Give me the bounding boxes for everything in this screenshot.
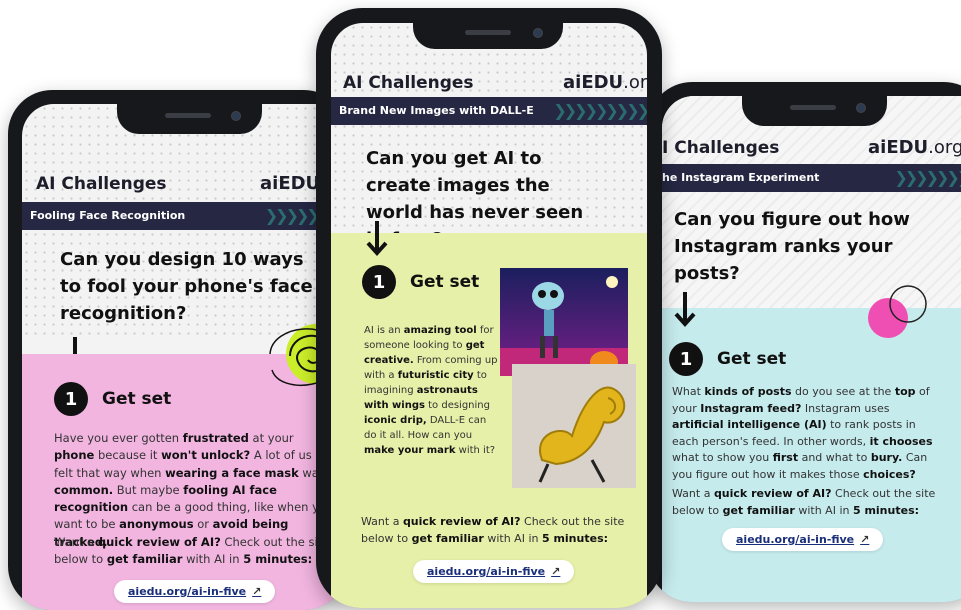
phone-right: I Challenges aiEDU.org he Instagram Expe… [648,82,961,602]
challenge-banner: he Instagram Experiment ❯❯❯❯❯❯❯❯❯ [662,164,961,192]
step-number: 1 [669,342,703,376]
intro-paragraph: AI is an amazing tool for someone lookin… [364,325,498,456]
chevrons-icon: ❯❯❯❯❯❯❯❯❯ [894,168,961,187]
phone-center: AI Challenges aiEDU.org Brand New Images… [316,8,662,608]
app-title: I Challenges [662,138,780,158]
challenge-banner: Brand New Images with DALL-E ❯❯❯❯❯❯❯❯❯ [331,97,647,125]
chevrons-icon: ❯❯❯❯❯❯❯❯❯ [553,101,647,120]
app-title: AI Challenges [343,73,474,93]
phone-left: AI Challenges aiEDU Fooling Face Recogni… [8,90,348,610]
external-link-icon: ↗ [252,585,262,598]
review-paragraph: Want a quick review of AI? Check out the… [361,515,625,545]
app-title: AI Challenges [36,174,167,194]
pink-dot-icon [868,285,927,338]
step-label: Get set [717,349,787,369]
notch [742,96,887,126]
challenge-banner: Fooling Face Recognition ❯❯❯❯❯❯❯❯ [22,202,348,230]
dalle-chair-image [512,364,636,488]
logo: aiEDU [260,173,321,194]
dalle-character-image [500,268,628,376]
phone-right-screen: I Challenges aiEDU.org he Instagram Expe… [662,96,961,602]
intro-paragraph: Have you ever gotten frustrated at your … [54,431,334,549]
step-number: 1 [54,382,88,416]
logo: aiEDU.org [563,72,647,93]
intro-paragraph: What kinds of posts do you see at the to… [672,385,933,481]
external-link-icon: ↗ [551,565,561,578]
notch [117,104,262,134]
notch [413,23,563,49]
logo: aiEDU.org [868,137,961,158]
down-arrow-icon [366,221,388,256]
review-paragraph: Want a quick review of AI? Check out the… [54,535,330,567]
phone-center-screen: AI Challenges aiEDU.org Brand New Images… [331,23,647,608]
step-get-set: 1 Get set [54,382,171,416]
down-arrow-icon [674,292,696,327]
ai-in-five-link[interactable]: aiedu.org/ai-in-five ↗ [722,528,884,551]
step-label: Get set [410,272,480,292]
phone-left-screen: AI Challenges aiEDU Fooling Face Recogni… [22,104,348,610]
ai-in-five-link[interactable]: aiedu.org/ai-in-five ↗ [114,580,276,603]
ai-in-five-link[interactable]: aiedu.org/ai-in-five ↗ [413,560,575,583]
step-label: Get set [102,389,172,409]
step-get-set: 1 Get set [669,342,786,376]
external-link-icon: ↗ [860,533,870,546]
review-paragraph: Want a quick review of AI? Check out the… [672,487,936,517]
challenge-question: Can you figure out how Instagram ranks y… [674,209,910,284]
step-number: 1 [362,265,396,299]
step-get-set: 1 Get set [362,265,479,299]
